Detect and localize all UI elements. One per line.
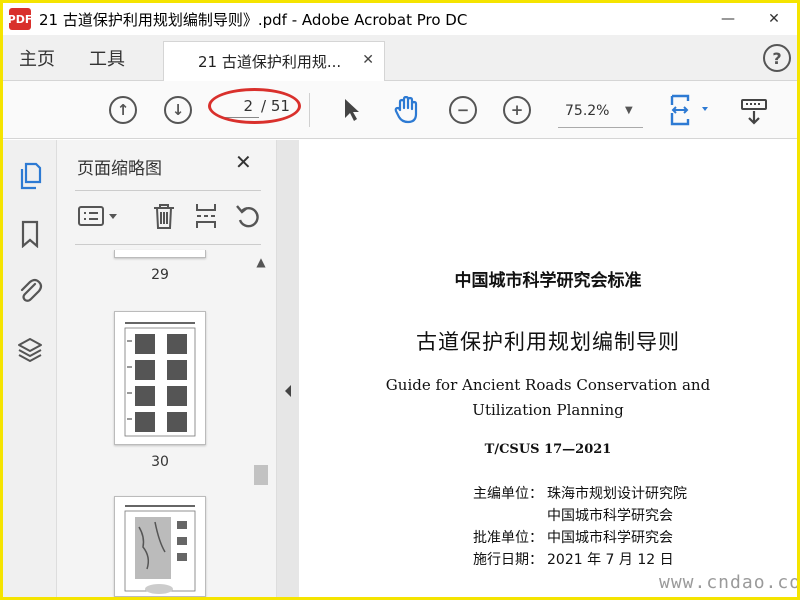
zoom-dropdown-caret[interactable]: ▼ — [625, 105, 633, 116]
select-tool-icon[interactable] — [338, 96, 366, 124]
tab-document[interactable]: 21 古道保护利用规... ✕ — [163, 41, 385, 81]
acrobat-app-icon: PDF — [8, 8, 32, 30]
thumbnail-page[interactable] — [114, 250, 206, 258]
zoom-in-button[interactable]: + — [503, 96, 531, 124]
panel-divider — [75, 244, 261, 245]
thumbnails-panel: 页面缩略图 ✕ 29 30 ▲ — [57, 140, 277, 597]
read-mode-icon[interactable] — [737, 95, 771, 129]
thumbnail-scrollbar[interactable]: ▲ — [252, 250, 270, 595]
document-title-en-line1: Guide for Ancient Roads Conservation and — [385, 376, 711, 394]
close-window-button[interactable]: ✕ — [751, 3, 797, 35]
fit-page-icon[interactable] — [667, 93, 715, 127]
close-tab-icon[interactable]: ✕ — [362, 52, 374, 68]
delete-page-icon[interactable] — [149, 200, 179, 232]
app-window: PDF 21 古道保护利用规划编制导则》.pdf - Adobe Acrobat… — [3, 3, 797, 597]
watermark: www.cndao.com — [659, 572, 797, 593]
approval-unit: 中国城市科学研究会 — [547, 530, 673, 546]
close-panel-icon[interactable]: ✕ — [235, 150, 252, 174]
document-title-en-line2: Utilization Planning — [472, 401, 624, 419]
page-highlight-ellipse — [208, 88, 301, 124]
tab-home[interactable]: 主页 — [19, 35, 55, 81]
thumbnail-page-number: 29 — [151, 267, 169, 283]
thumbnail-page[interactable] — [114, 496, 206, 597]
zoom-level-value[interactable]: 75.2% — [565, 103, 609, 119]
window-controls: — ✕ — [705, 3, 797, 35]
minimize-button[interactable]: — — [705, 3, 751, 35]
document-title-cn: 古道保护利用规划编制导则 — [416, 330, 680, 354]
attachment-icon[interactable] — [14, 274, 46, 306]
previous-page-button[interactable]: ↑ — [109, 96, 137, 124]
bookmark-icon[interactable] — [14, 218, 46, 250]
panel-splitter[interactable] — [277, 140, 299, 597]
document-page: 中国城市科学研究会标准 古道保护利用规划编制导则 Guide for Ancie… — [299, 140, 797, 597]
standard-organization-title: 中国城市科学研究会标准 — [454, 271, 642, 291]
panel-divider — [75, 190, 261, 191]
scroll-up-arrow-icon[interactable]: ▲ — [252, 250, 270, 274]
chief-unit-2: 中国城市科学研究会 — [547, 508, 673, 524]
thumbnail-options-icon[interactable] — [77, 200, 121, 232]
thumbnail-page-number: 30 — [151, 454, 169, 470]
panel-title: 页面缩略图 — [77, 159, 162, 179]
chief-unit-1: 珠海市规划设计研究院 — [547, 486, 687, 502]
title-bar: PDF 21 古道保护利用规划编制导则》.pdf - Adobe Acrobat… — [3, 3, 797, 35]
hand-tool-icon[interactable] — [391, 94, 423, 126]
insert-page-icon[interactable] — [191, 200, 221, 232]
tab-document-label: 21 古道保护利用规... — [198, 53, 342, 71]
layers-icon[interactable] — [14, 334, 46, 366]
standard-number: T/CSUS 17—2021 — [484, 442, 612, 457]
tab-tools[interactable]: 工具 — [89, 35, 125, 81]
page-thumbnails-icon[interactable] — [14, 160, 46, 192]
help-icon[interactable]: ? — [763, 44, 791, 72]
effective-date-label: 施行日期： — [473, 552, 543, 568]
left-rail — [3, 140, 57, 597]
rotate-page-icon[interactable] — [233, 200, 263, 232]
scrollbar-thumb[interactable] — [254, 465, 268, 485]
collapse-panel-icon[interactable] — [283, 384, 293, 398]
zoom-underline — [558, 127, 643, 128]
window-title: 21 古道保护利用规划编制导则》.pdf - Adobe Acrobat Pro… — [39, 10, 468, 29]
approval-label: 批准单位： — [473, 530, 543, 546]
effective-date: 2021 年 7 月 12 日 — [547, 552, 674, 568]
thumbnail-page[interactable] — [114, 311, 206, 445]
chief-unit-label: 主编单位： — [473, 486, 543, 502]
tab-bar: 主页 工具 21 古道保护利用规... ✕ ? — [3, 35, 797, 81]
zoom-out-button[interactable]: − — [449, 96, 477, 124]
toolbar-divider — [309, 93, 310, 127]
next-page-button[interactable]: ↓ — [164, 96, 192, 124]
